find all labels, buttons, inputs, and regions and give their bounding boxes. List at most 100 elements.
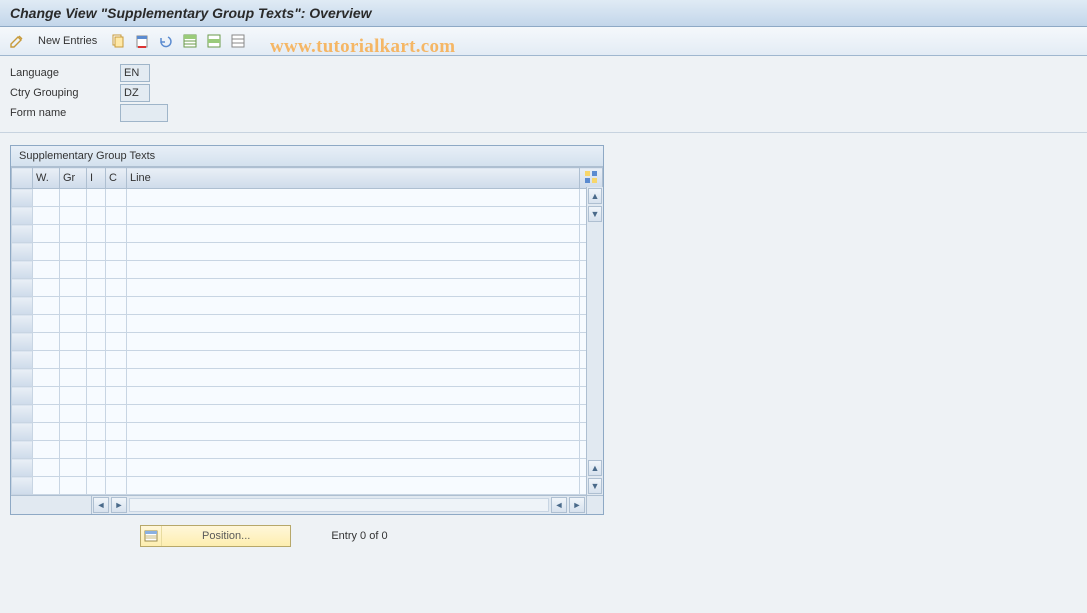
- cell[interactable]: [106, 477, 127, 495]
- row-selector[interactable]: [12, 423, 33, 441]
- cell[interactable]: [106, 405, 127, 423]
- cell[interactable]: [106, 459, 127, 477]
- hscroll-track[interactable]: [129, 498, 549, 512]
- col-c[interactable]: C: [106, 168, 127, 189]
- cell[interactable]: [60, 351, 87, 369]
- change-icon[interactable]: [8, 32, 26, 50]
- row-selector[interactable]: [12, 261, 33, 279]
- table-row[interactable]: [12, 261, 603, 279]
- cell[interactable]: [87, 423, 106, 441]
- cell[interactable]: [106, 315, 127, 333]
- cell[interactable]: [106, 423, 127, 441]
- table-row[interactable]: [12, 279, 603, 297]
- delete-icon[interactable]: [133, 32, 151, 50]
- cell[interactable]: [60, 243, 87, 261]
- col-gr[interactable]: Gr: [60, 168, 87, 189]
- cell[interactable]: [33, 279, 60, 297]
- cell[interactable]: [87, 477, 106, 495]
- cell[interactable]: [87, 351, 106, 369]
- row-selector[interactable]: [12, 243, 33, 261]
- scroll-up-icon[interactable]: ▲: [588, 188, 602, 204]
- cell[interactable]: [33, 441, 60, 459]
- cell[interactable]: [106, 297, 127, 315]
- row-selector[interactable]: [12, 351, 33, 369]
- table-row[interactable]: [12, 459, 603, 477]
- cell[interactable]: [87, 441, 106, 459]
- cell[interactable]: [33, 225, 60, 243]
- cell[interactable]: [60, 225, 87, 243]
- cell[interactable]: [87, 279, 106, 297]
- cell[interactable]: [33, 297, 60, 315]
- cell[interactable]: [87, 225, 106, 243]
- table-row[interactable]: [12, 243, 603, 261]
- table-row[interactable]: [12, 189, 603, 207]
- col-selector[interactable]: [12, 168, 33, 189]
- vertical-scrollbar[interactable]: ▲ ▼ ▲ ▼: [586, 187, 603, 495]
- table-row[interactable]: [12, 351, 603, 369]
- table-row[interactable]: [12, 369, 603, 387]
- cell[interactable]: [33, 459, 60, 477]
- scroll-down-icon[interactable]: ▼: [588, 206, 602, 222]
- table-row[interactable]: [12, 405, 603, 423]
- cell[interactable]: [106, 441, 127, 459]
- col-i[interactable]: I: [87, 168, 106, 189]
- cell[interactable]: [106, 225, 127, 243]
- table-row[interactable]: [12, 225, 603, 243]
- cell[interactable]: [33, 189, 60, 207]
- select-all-icon[interactable]: [181, 32, 199, 50]
- cell[interactable]: [127, 369, 580, 387]
- cell[interactable]: [33, 243, 60, 261]
- cell[interactable]: [33, 315, 60, 333]
- cell[interactable]: [106, 279, 127, 297]
- cell[interactable]: [127, 387, 580, 405]
- cell[interactable]: [127, 459, 580, 477]
- cell[interactable]: [127, 261, 580, 279]
- position-button[interactable]: Position...: [140, 525, 291, 547]
- row-selector[interactable]: [12, 315, 33, 333]
- cell[interactable]: [33, 207, 60, 225]
- cell[interactable]: [60, 369, 87, 387]
- cell[interactable]: [106, 207, 127, 225]
- cell[interactable]: [60, 297, 87, 315]
- cell[interactable]: [87, 405, 106, 423]
- table-row[interactable]: [12, 477, 603, 495]
- cell[interactable]: [106, 243, 127, 261]
- row-selector[interactable]: [12, 369, 33, 387]
- language-value[interactable]: EN: [120, 64, 150, 82]
- row-selector[interactable]: [12, 441, 33, 459]
- scroll-up2-icon[interactable]: ▲: [588, 460, 602, 476]
- cell[interactable]: [33, 261, 60, 279]
- cell[interactable]: [87, 315, 106, 333]
- cell[interactable]: [106, 351, 127, 369]
- cell[interactable]: [127, 297, 580, 315]
- table-row[interactable]: [12, 297, 603, 315]
- cell[interactable]: [60, 207, 87, 225]
- cell[interactable]: [87, 459, 106, 477]
- scroll-track[interactable]: [587, 223, 603, 459]
- scroll-right-icon[interactable]: ►: [111, 497, 127, 513]
- cell[interactable]: [60, 333, 87, 351]
- col-line[interactable]: Line: [127, 168, 580, 189]
- cell[interactable]: [127, 441, 580, 459]
- cell[interactable]: [127, 423, 580, 441]
- new-entries-button[interactable]: New Entries: [32, 35, 103, 47]
- cell[interactable]: [33, 369, 60, 387]
- cell[interactable]: [106, 261, 127, 279]
- cell[interactable]: [127, 279, 580, 297]
- cell[interactable]: [87, 189, 106, 207]
- deselect-all-icon[interactable]: [229, 32, 247, 50]
- row-selector[interactable]: [12, 279, 33, 297]
- cell[interactable]: [127, 243, 580, 261]
- cell[interactable]: [106, 369, 127, 387]
- table-row[interactable]: [12, 333, 603, 351]
- row-selector[interactable]: [12, 189, 33, 207]
- cell[interactable]: [87, 243, 106, 261]
- row-selector[interactable]: [12, 297, 33, 315]
- cell[interactable]: [87, 261, 106, 279]
- cell[interactable]: [60, 441, 87, 459]
- row-selector[interactable]: [12, 477, 33, 495]
- form-name-value[interactable]: [120, 104, 168, 122]
- row-selector[interactable]: [12, 207, 33, 225]
- scroll-left-icon[interactable]: ◄: [93, 497, 109, 513]
- select-block-icon[interactable]: [205, 32, 223, 50]
